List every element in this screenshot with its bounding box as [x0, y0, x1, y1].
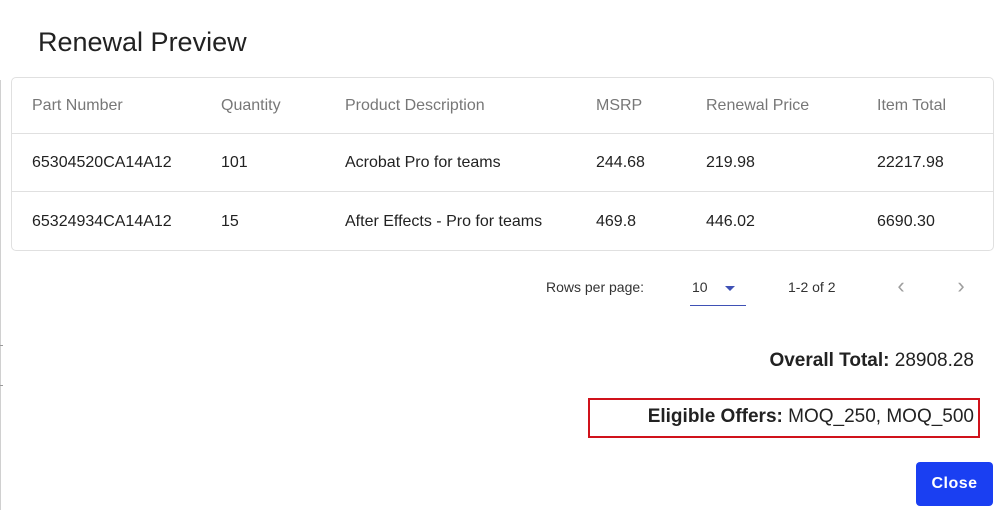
pagination-range: 1-2 of 2 [788, 279, 836, 295]
overall-total-label: Overall Total: [769, 350, 890, 371]
cell-product-description: Acrobat Pro for teams [345, 154, 501, 171]
column-header-msrp: MSRP [596, 96, 643, 114]
table-row: 65304520CA14A12 101 Acrobat Pro for team… [12, 135, 993, 192]
column-header-renewal-price: Renewal Price [706, 96, 810, 114]
chevron-right-icon[interactable]: › [950, 274, 972, 298]
caret-down-icon [725, 286, 735, 291]
rows-per-page-label: Rows per page: [546, 279, 645, 295]
overall-total: Overall Total: 28908.28 [769, 350, 974, 372]
renewal-preview-dialog: Renewal Preview Part Number Quantity Pro… [0, 0, 1000, 510]
overall-total-value: 28908.28 [894, 350, 974, 371]
table-pagination: Rows per page: 10 1-2 of 2 ‹ › [0, 270, 1000, 310]
cell-msrp: 244.68 [596, 154, 645, 171]
cell-quantity: 15 [221, 212, 239, 230]
column-header-quantity: Quantity [221, 96, 281, 114]
column-header-product-description: Product Description [345, 96, 485, 114]
cell-item-total: 6690.30 [877, 212, 935, 230]
chevron-left-icon[interactable]: ‹ [890, 274, 912, 298]
left-edge-tick [0, 345, 3, 346]
column-header-item-total: Item Total [877, 96, 947, 114]
close-button[interactable]: Close [916, 462, 993, 506]
cell-msrp: 469.8 [596, 212, 637, 230]
cell-product-description: After Effects - Pro for teams [345, 212, 543, 230]
cell-renewal-price: 219.98 [706, 154, 755, 171]
cell-quantity: 101 [221, 154, 248, 171]
table-header-row: Part Number Quantity Product Description… [12, 78, 993, 134]
cell-renewal-price: 446.02 [706, 212, 755, 230]
cell-part-number: 65304520CA14A12 [32, 154, 172, 171]
dialog-title: Renewal Preview [38, 27, 247, 57]
rows-per-page-select[interactable]: 10 [690, 274, 746, 306]
renewal-table: Part Number Quantity Product Description… [11, 77, 994, 251]
eligible-offers-label: Eligible Offers: [647, 406, 783, 427]
cell-item-total: 22217.98 [877, 154, 944, 171]
cell-part-number: 65324934CA14A12 [32, 212, 172, 230]
rows-per-page-value: 10 [692, 279, 708, 295]
eligible-offers: Eligible Offers: MOQ_250, MOQ_500 [648, 406, 974, 428]
left-edge-tick [0, 385, 3, 386]
table-row: 65324934CA14A12 15 After Effects - Pro f… [12, 193, 993, 250]
column-header-part-number: Part Number [32, 96, 123, 114]
eligible-offers-value: MOQ_250, MOQ_500 [788, 406, 974, 427]
